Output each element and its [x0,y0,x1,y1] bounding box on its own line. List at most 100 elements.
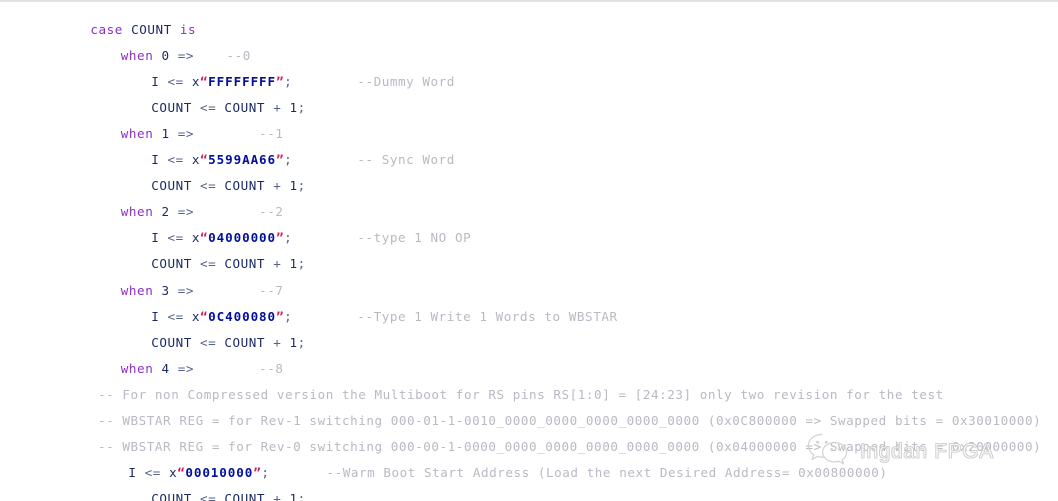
token-ident: I [128,465,137,481]
token-cmt: -- Sync Word [357,152,455,168]
token-ident: I [151,73,160,89]
token-punc: ; [297,256,306,272]
token-kw: case [90,21,123,37]
token-num: 1 [161,125,170,141]
token-hex: 5599AA66 [208,152,277,168]
token-kw: when [120,360,154,376]
token-q: “ [200,230,209,246]
code-line: COUNT <= COUNT + 1; [0,251,1058,277]
token-punc: ; [284,230,293,246]
token-punc: ; [297,491,306,501]
token-punc: + [273,99,282,115]
token-num: 0 [161,47,170,63]
token-punc: ; [284,308,293,324]
token-punc: + [273,256,282,272]
token-punc: ; [284,73,293,89]
token-ident: COUNT [224,334,266,350]
token-cmt: --2 [259,204,284,220]
code-line: when 4 => --8 [0,356,1058,382]
token-ident: COUNT [224,491,266,501]
token-q: ” [276,73,285,89]
token-ident: x [191,308,201,324]
token-ident: COUNT [131,21,172,37]
token-num: 3 [161,282,170,298]
token-num: 2 [161,204,170,220]
token-num: 1 [289,178,298,194]
token-punc: + [273,334,282,350]
token-punc: + [273,491,282,501]
token-punc: <= [144,465,161,481]
code-line: I <= x“FFFFFFFF”; --Dummy Word [0,69,1058,95]
token-cmt: --7 [259,282,284,298]
code-line: I <= x“04000000”; --type 1 NO OP [0,225,1058,251]
token-q: “ [200,308,209,324]
token-hex: 0C400080 [208,308,277,324]
token-cmt: -- WBSTAR REG = for Rev-1 switching 000-… [98,413,1042,428]
token-ident: x [191,152,201,168]
token-punc: ; [297,99,306,115]
top-divider [0,0,1058,2]
code-line: when 2 => --2 [0,199,1058,225]
token-num: 1 [289,491,298,501]
code-line: -- WBSTAR REG = for Rev-1 switching 000-… [0,408,1058,434]
token-punc: => [177,282,195,298]
token-punc: <= [200,99,217,115]
token-ident: COUNT [151,178,192,194]
token-q: “ [200,152,209,168]
code-line: COUNT <= COUNT + 1; [0,173,1058,199]
token-ident: I [151,308,160,324]
token-cmt: --Type 1 Write 1 Words to WBSTAR [357,308,618,324]
token-punc: => [177,125,195,141]
code-line: when 3 => --7 [0,278,1058,304]
token-q: “ [200,73,209,89]
token-cmt: --Dummy Word [357,73,455,89]
token-punc: => [177,360,195,376]
code-line: when 1 => --1 [0,121,1058,147]
code-line: I <= x“00010000”; --Warm Boot Start Addr… [0,460,1058,486]
code-line: -- For non Compressed version the Multib… [0,382,1058,408]
token-punc: ; [297,178,306,194]
token-ident: x [169,465,178,481]
code-line: COUNT <= COUNT + 1; [0,486,1058,501]
code-line: case COUNT is [0,17,1058,43]
token-kw: when [120,125,154,141]
token-ident: I [151,152,160,168]
token-cmt: --0 [226,47,251,63]
token-ident: COUNT [224,256,266,272]
token-ident: COUNT [224,178,266,194]
token-hex: 00010000 [185,465,254,481]
token-num: 4 [161,360,170,376]
token-q: ” [276,308,285,324]
code-listing-page: case COUNT is when 0 => --0 I <= x“FFFFFFF… [0,0,1058,501]
token-punc: => [177,47,195,63]
token-ident: COUNT [224,99,266,115]
token-num: 1 [289,99,298,115]
token-punc: ; [284,152,293,168]
token-punc: <= [167,308,184,324]
token-kw: is [179,21,197,37]
token-q: ” [276,152,285,168]
token-punc: ; [297,334,306,350]
token-kw: when [120,204,154,220]
code-line: I <= x“5599AA66”; -- Sync Word [0,147,1058,173]
code-line: when 0 => --0 [0,43,1058,69]
token-punc: <= [200,491,217,501]
token-num: 1 [289,256,298,272]
token-punc: + [273,178,282,194]
token-punc: <= [167,73,184,89]
token-ident: COUNT [151,99,192,115]
token-cmt: --8 [259,360,284,376]
token-num: 1 [289,334,298,350]
code-line: COUNT <= COUNT + 1; [0,330,1058,356]
token-hex: FFFFFFFF [208,73,277,89]
token-ident: COUNT [151,334,192,350]
token-punc: <= [167,152,184,168]
token-cmt: --Warm Boot Start Address (Load the next… [326,465,888,481]
token-kw: when [120,282,154,298]
token-q: ” [276,230,285,246]
token-ident: x [191,73,201,89]
token-punc: => [177,204,195,220]
token-ident: COUNT [151,256,192,272]
token-punc: <= [167,230,184,246]
token-punc: <= [200,334,217,350]
